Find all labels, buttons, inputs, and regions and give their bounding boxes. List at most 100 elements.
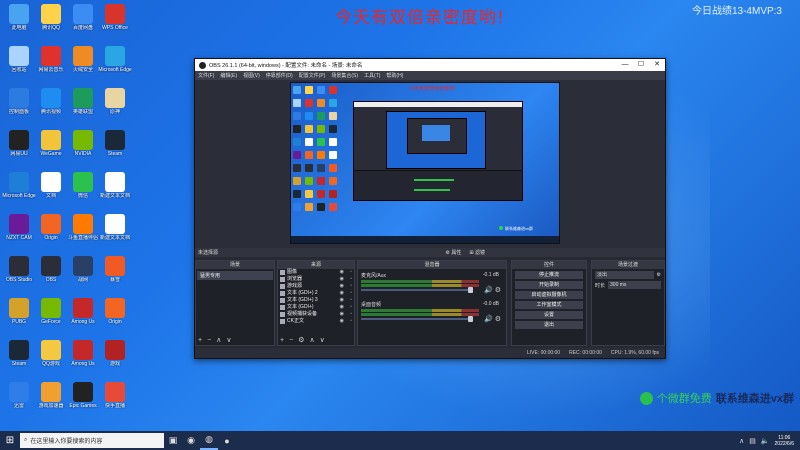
speaker-gear-icons[interactable]: 🔊 ⚙ xyxy=(484,315,501,323)
source-item[interactable]: 文本 (GDI+) 2 ◉ ▫ xyxy=(278,290,354,297)
eye-icon[interactable]: ◉ xyxy=(340,276,344,283)
task-view-icon[interactable]: ▣ xyxy=(164,431,182,450)
desktop-icon[interactable]: 微信 xyxy=(66,170,100,199)
steam-taskbar-icon[interactable]: ◍ xyxy=(200,431,218,450)
studio-mode-button[interactable]: 工作室模式 xyxy=(515,301,583,309)
obs-taskbar-icon[interactable]: ● xyxy=(218,431,236,450)
desktop-icon[interactable]: QQ游戏 xyxy=(34,338,68,367)
lock-icon[interactable]: ▫ xyxy=(350,297,352,304)
taskbar-clock[interactable]: 11:06 2022/6/6 xyxy=(775,435,794,447)
desktop-icon[interactable]: Steam xyxy=(98,128,132,157)
desktop-icon[interactable]: 游戏 xyxy=(98,338,132,367)
desktop-icon[interactable]: 原神 xyxy=(98,86,132,115)
lock-icon[interactable]: ▫ xyxy=(350,304,352,311)
menu-file[interactable]: 文件(F) xyxy=(198,72,214,79)
desktop-icon[interactable]: Microsoft Edge xyxy=(98,44,132,73)
settings-button[interactable]: 设置 xyxy=(515,311,583,319)
move-down-button[interactable]: ∨ xyxy=(226,336,231,344)
desktop-icon[interactable]: Epic Games xyxy=(66,380,100,409)
menu-view[interactable]: 视图(V) xyxy=(243,72,260,79)
source-item[interactable]: 文本 (GDI+) 3 ◉ ▫ xyxy=(278,297,354,304)
taskbar-search-box[interactable]: ⌕ 在这里输入你要搜索的内容 xyxy=(20,433,164,448)
eye-icon[interactable]: ◉ xyxy=(340,297,344,304)
desktop-icon[interactable]: 快手直播 xyxy=(98,380,132,409)
start-recording-button[interactable]: 开始录制 xyxy=(515,281,583,289)
source-item[interactable]: 图像 ◉ ▫ xyxy=(278,269,354,276)
menu-help[interactable]: 帮助(H) xyxy=(386,72,403,79)
desktop-icon[interactable]: 新建文本文档 xyxy=(98,212,132,241)
obs-titlebar[interactable]: OBS 26.1.1 (64-bit, windows) - 配置文件: 未命名… xyxy=(195,59,665,71)
desktop-icon[interactable]: Microsoft Edge xyxy=(2,170,36,199)
source-item[interactable]: CK正文 ◉ ▫ xyxy=(278,318,354,325)
move-up-button[interactable]: ∧ xyxy=(309,336,314,344)
network-icon[interactable]: ▤ xyxy=(749,437,756,445)
volume-slider[interactable] xyxy=(361,287,473,293)
desktop-icon[interactable]: Origin xyxy=(98,296,132,325)
desktop-icon[interactable]: Among Us xyxy=(66,338,100,367)
desktop-icon[interactable]: 迅雷 xyxy=(2,380,36,409)
desktop-icon[interactable]: WPS Office xyxy=(98,2,132,31)
move-up-button[interactable]: ∧ xyxy=(216,336,221,344)
obs-window[interactable]: OBS 26.1.1 (64-bit, windows) - 配置文件: 未命名… xyxy=(194,58,666,359)
maximize-button[interactable]: ☐ xyxy=(633,59,649,71)
desktop-icon[interactable]: 网易UU xyxy=(2,128,36,157)
desktop-icon[interactable]: 回收站 xyxy=(2,44,36,73)
desktop-icon[interactable]: 此电脑 xyxy=(2,2,36,31)
desktop-icon[interactable]: OBS Studio xyxy=(2,254,36,283)
source-item[interactable]: 视频捕获设备 ◉ ▫ xyxy=(278,311,354,318)
desktop-icon[interactable]: 腾讯视频 xyxy=(34,86,68,115)
lock-icon[interactable]: ▫ xyxy=(350,269,352,276)
remove-scene-button[interactable]: − xyxy=(207,337,211,344)
menu-docks[interactable]: 停靠部件(D) xyxy=(266,72,293,79)
desktop-icon[interactable]: 腾讯QQ xyxy=(34,2,68,31)
windows-start-icon[interactable]: ⊞ xyxy=(0,435,20,446)
eye-icon[interactable]: ◉ xyxy=(340,304,344,311)
lock-icon[interactable]: ▫ xyxy=(350,318,352,325)
virtual-camera-button[interactable]: 启动虚拟摄像机 xyxy=(515,291,583,299)
duration-input[interactable]: 300 ms xyxy=(608,281,661,289)
desktop-icon[interactable]: 网易云音乐 xyxy=(34,44,68,73)
obs-preview-canvas[interactable]: 今天有双倍亲密度哟! 联系维森进vx群 xyxy=(290,82,560,244)
menu-edit[interactable]: 编辑(E) xyxy=(220,72,237,79)
stop-streaming-button[interactable]: 停止推流 xyxy=(515,271,583,279)
desktop-icon[interactable]: Steam xyxy=(2,338,36,367)
desktop-icon[interactable]: WeGame xyxy=(34,128,68,157)
desktop-icon[interactable]: 斗鱼直播伴侣 xyxy=(66,212,100,241)
eye-icon[interactable]: ◉ xyxy=(340,269,344,276)
desktop-icon[interactable]: 游戏加速器 xyxy=(34,380,68,409)
menu-tools[interactable]: 工具(T) xyxy=(364,72,380,79)
desktop-icon[interactable]: 英雄联盟 xyxy=(66,86,100,115)
desktop-icon[interactable]: Origin xyxy=(34,212,68,241)
minimize-button[interactable]: — xyxy=(617,59,633,71)
desktop-icon[interactable]: 控制面板 xyxy=(2,86,36,115)
lock-icon[interactable]: ▫ xyxy=(350,283,352,290)
properties-button[interactable]: ⚙ 属性 xyxy=(446,249,462,256)
tray-chevron-icon[interactable]: ∧ xyxy=(739,437,744,445)
lock-icon[interactable]: ▫ xyxy=(350,276,352,283)
gear-icon[interactable]: ⚙ xyxy=(657,272,661,278)
volume-icon[interactable]: 🔈 xyxy=(761,437,770,445)
source-item[interactable]: 浏览器 ◉ ▫ xyxy=(278,276,354,283)
desktop-icon[interactable]: NZXT CAM xyxy=(2,212,36,241)
filters-button[interactable]: ⊞ 滤镜 xyxy=(469,249,485,256)
desktop-icon[interactable]: 文档 xyxy=(34,170,68,199)
move-down-button[interactable]: ∨ xyxy=(320,336,325,344)
transition-select[interactable]: 淡出 xyxy=(595,271,654,279)
desktop-icon[interactable]: PUBG xyxy=(2,296,36,325)
desktop-icon[interactable]: Among Us xyxy=(66,296,100,325)
desktop-icon[interactable]: 暴雪 xyxy=(98,254,132,283)
exit-button[interactable]: 退出 xyxy=(515,321,583,329)
eye-icon[interactable]: ◉ xyxy=(340,290,344,297)
volume-slider[interactable] xyxy=(361,316,473,322)
source-item[interactable]: 文本 (GDI+) ◉ ▫ xyxy=(278,304,354,311)
remove-source-button[interactable]: − xyxy=(289,337,293,344)
eye-icon[interactable]: ◉ xyxy=(340,318,344,325)
eye-icon[interactable]: ◉ xyxy=(340,283,344,290)
desktop-icon[interactable]: OBS xyxy=(34,254,68,283)
source-settings-button[interactable]: ⚙ xyxy=(298,336,304,344)
source-item[interactable]: 游戏源 ◉ ▫ xyxy=(278,283,354,290)
eye-icon[interactable]: ◉ xyxy=(340,311,344,318)
close-button[interactable]: ✕ xyxy=(649,59,665,71)
lock-icon[interactable]: ▫ xyxy=(350,290,352,297)
scene-item[interactable]: 猛男专用 xyxy=(197,271,273,280)
